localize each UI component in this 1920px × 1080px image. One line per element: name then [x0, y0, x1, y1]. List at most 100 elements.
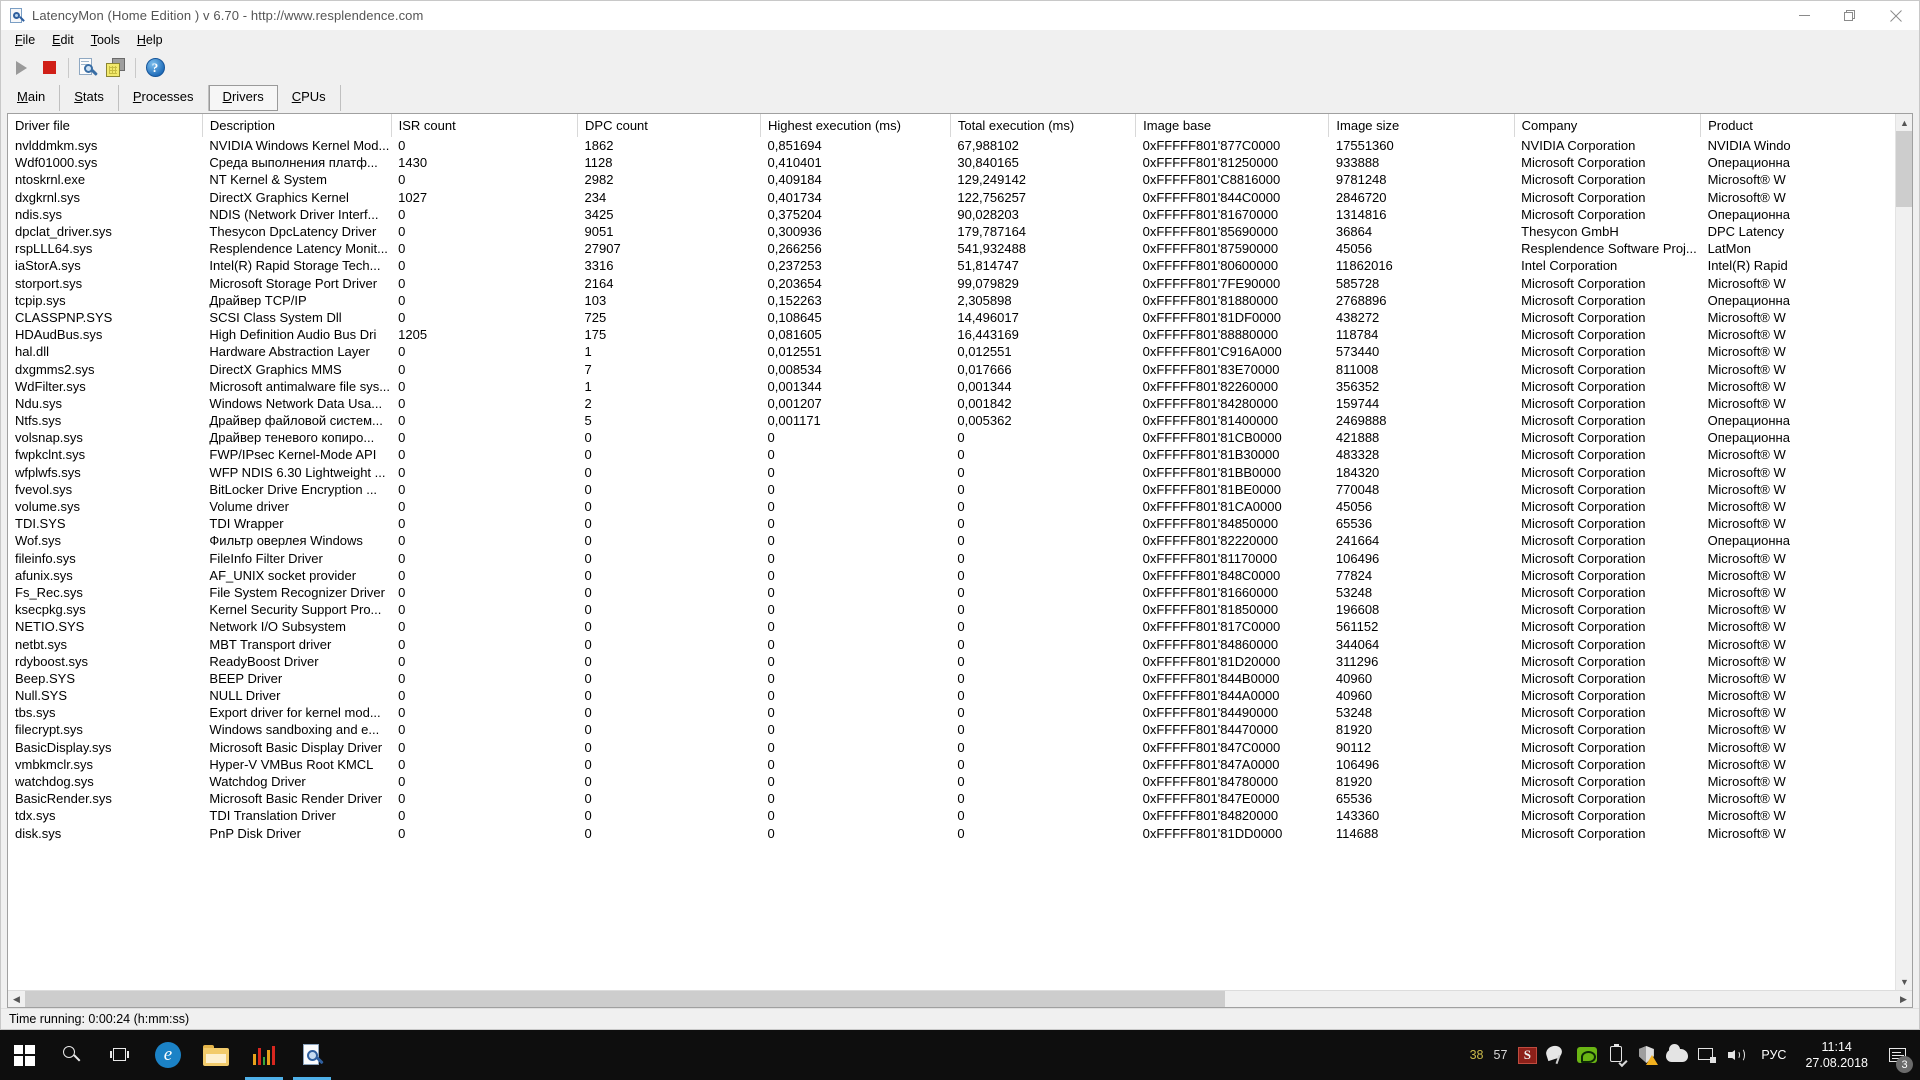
menu-file[interactable]: File [7, 31, 44, 50]
restore-icon[interactable] [1827, 1, 1873, 30]
tray-time: 11:14 [1821, 1040, 1852, 1054]
table-row[interactable]: CLASSPNP.SYS SCSI Class System Dll 0 725 0,1… [8, 309, 1912, 326]
tab-stats[interactable]: Stats [60, 85, 119, 111]
tray-s-icon[interactable]: S [1512, 1030, 1542, 1080]
table-row[interactable]: fwpkclnt.sys FWP/IPsec Kernel-Mode API 0 0 0… [8, 446, 1912, 463]
stop-monitoring-button[interactable] [35, 54, 63, 82]
table-row[interactable]: volume.sys Volume driver 0 0 0 0 0xFFFFF801'81… [8, 498, 1912, 515]
table-row[interactable]: Beep.SYS BEEP Driver 0 0 0 0 0xFFFFF801'844B00… [8, 670, 1912, 687]
column-header-driver-file[interactable]: Driver file [8, 114, 203, 137]
table-row[interactable]: wfplwfs.sys WFP NDIS 6.30 Lightweight ...… [8, 464, 1912, 481]
tray-language-indicator[interactable]: РУС [1752, 1048, 1795, 1062]
table-row[interactable]: disk.sys PnP Disk Driver 0 0 0 0 0xFFFFF801'81… [8, 825, 1912, 842]
tab-cpus[interactable]: CPUs [278, 85, 341, 111]
menu-help[interactable]: Help [129, 31, 172, 50]
table-row[interactable]: iaStorA.sys Intel(R) Rapid Storage Tech..… [8, 257, 1912, 274]
column-header-isr-count[interactable]: ISR count [391, 114, 579, 137]
cell-image-base: 0xFFFFF801'83E70000 [1142, 361, 1280, 377]
latencymon-taskbar-button[interactable] [288, 1030, 336, 1080]
column-header-total-execution-ms[interactable]: Total execution (ms) [950, 114, 1137, 137]
table-row[interactable]: Ntfs.sys Драйвер файловой систем... 0 5 0,00… [8, 412, 1912, 429]
table-row[interactable]: fvevol.sys BitLocker Drive Encryption ...… [8, 481, 1912, 498]
table-row[interactable]: tdx.sys TDI Translation Driver 0 0 0 0 0xFFFFF… [8, 807, 1912, 824]
table-row[interactable]: Fs_Rec.sys File System Recognizer Driver 0… [8, 584, 1912, 601]
table-row[interactable]: dxgmms2.sys DirectX Graphics MMS 0 7 0,00853… [8, 360, 1912, 377]
table-row[interactable]: HDAudBus.sys High Definition Audio Bus Dr… [8, 326, 1912, 343]
table-row[interactable]: dxgkrnl.sys DirectX Graphics Kernel 1027 23… [8, 189, 1912, 206]
cell-driver-file: netbt.sys [15, 636, 68, 652]
tray-clock[interactable]: 11:14 27.08.2018 [1795, 1039, 1880, 1071]
copy-button[interactable] [102, 54, 130, 82]
tray-nvidia-icon[interactable] [1572, 1030, 1602, 1080]
table-row[interactable]: rspLLL64.sys Resplendence Latency Monit..… [8, 240, 1912, 257]
table-row[interactable]: vmbkmclr.sys Hyper-V VMBus Root KMCL 0 0 0 0 0… [8, 756, 1912, 773]
table-row[interactable]: ndis.sys NDIS (Network Driver Interf... 0 3… [8, 206, 1912, 223]
scroll-left-icon[interactable]: ◀ [8, 991, 25, 1008]
cell-isr-count: 0 [398, 481, 406, 497]
performance-chart-button[interactable] [240, 1030, 288, 1080]
start-monitoring-button[interactable] [7, 54, 35, 82]
column-header-image-base[interactable]: Image base [1135, 114, 1330, 137]
edge-button[interactable]: e [144, 1030, 192, 1080]
table-row[interactable]: fileinfo.sys FileInfo Filter Driver 0 0 0 0 0x… [8, 550, 1912, 567]
table-row[interactable]: NETIO.SYS Network I/O Subsystem 0 0 0 0 0xFFFF… [8, 618, 1912, 635]
table-row[interactable]: tcpip.sys Драйвер TCP/IP 0 103 0,152263 2,305… [8, 292, 1912, 309]
horizontal-scrollbar[interactable]: ◀ ▶ [8, 990, 1912, 1007]
cell-company: Intel Corporation [1521, 258, 1618, 274]
view-report-button[interactable] [74, 54, 102, 82]
column-header-highest-execution-ms[interactable]: Highest execution (ms) [760, 114, 951, 137]
tray-volume-icon[interactable] [1722, 1030, 1752, 1080]
horizontal-scroll-track[interactable] [25, 990, 1895, 1007]
table-row[interactable]: Ndu.sys Windows Network Data Usa... 0 2 0,00… [8, 395, 1912, 412]
table-row[interactable]: Null.SYS NULL Driver 0 0 0 0 0xFFFFF801'844A00… [8, 687, 1912, 704]
table-row[interactable]: BasicDisplay.sys Microsoft Basic Display … [8, 739, 1912, 756]
table-row[interactable]: Wdf01000.sys Среда выполнения платф... 143… [8, 154, 1912, 171]
table-row[interactable]: rdyboost.sys ReadyBoost Driver 0 0 0 0 0xFFFFF… [8, 653, 1912, 670]
tray-onedrive-cloud-icon[interactable] [1662, 1030, 1692, 1080]
table-row[interactable]: ksecpkg.sys Kernel Security Support Pro..… [8, 601, 1912, 618]
table-row[interactable]: dpclat_driver.sys Thesycon DpcLatency Dri… [8, 223, 1912, 240]
tray-security-shield-icon[interactable] [1632, 1030, 1662, 1080]
column-header-dpc-count[interactable]: DPC count [577, 114, 762, 137]
file-explorer-button[interactable] [192, 1030, 240, 1080]
table-row[interactable]: afunix.sys AF_UNIX socket provider 0 0 0 0 0xF… [8, 567, 1912, 584]
tab-processes[interactable]: Processes [119, 85, 209, 111]
vertical-scroll-thumb[interactable] [1896, 131, 1912, 207]
table-row[interactable]: ntoskrnl.exe NT Kernel & System 0 2982 0,409… [8, 171, 1912, 188]
table-row[interactable]: watchdog.sys Watchdog Driver 0 0 0 0 0xFFFFF80… [8, 773, 1912, 790]
menu-tools[interactable]: Tools [83, 31, 129, 50]
scroll-right-icon[interactable]: ▶ [1895, 991, 1912, 1008]
search-button[interactable] [48, 1030, 96, 1080]
tray-network-icon[interactable] [1692, 1030, 1722, 1080]
scroll-down-icon[interactable]: ▼ [1896, 973, 1912, 990]
help-button[interactable]: ? [141, 54, 169, 82]
table-row[interactable]: TDI.SYS TDI Wrapper 0 0 0 0 0xFFFFF801'8485000… [8, 515, 1912, 532]
table-row[interactable]: hal.dll Hardware Abstraction Layer 0 1 0,012… [8, 343, 1912, 360]
action-center-button[interactable]: 3 [1880, 1030, 1914, 1080]
minimize-icon[interactable] [1781, 1, 1827, 30]
tray-satellite-icon[interactable] [1542, 1030, 1572, 1080]
scroll-up-icon[interactable]: ▲ [1896, 114, 1912, 131]
column-header-product[interactable]: Product [1700, 114, 1912, 137]
close-icon[interactable] [1873, 1, 1919, 30]
table-row[interactable]: nvlddmkm.sys NVIDIA Windows Kernel Mod...… [8, 137, 1912, 154]
table-row[interactable]: tbs.sys Export driver for kernel mod... 0 0… [8, 704, 1912, 721]
table-row[interactable]: storport.sys Microsoft Storage Port Drive… [8, 275, 1912, 292]
horizontal-scroll-thumb[interactable] [25, 990, 1225, 1007]
menu-edit[interactable]: Edit [44, 31, 83, 50]
table-row[interactable]: BasicRender.sys Microsoft Basic Render Dr… [8, 790, 1912, 807]
start-button[interactable] [0, 1030, 48, 1080]
column-header-company[interactable]: Company [1514, 114, 1702, 137]
task-view-button[interactable] [96, 1030, 144, 1080]
vertical-scrollbar[interactable]: ▲ ▼ [1895, 114, 1912, 990]
table-row[interactable]: netbt.sys MBT Transport driver 0 0 0 0 0xFFFFF… [8, 635, 1912, 652]
tab-main[interactable]: Main [3, 85, 61, 111]
column-header-description[interactable]: Description [202, 114, 392, 137]
table-row[interactable]: Wof.sys Фильтр оверлея Windows 0 0 0 0 0xFFFFF… [8, 532, 1912, 549]
table-row[interactable]: volsnap.sys Драйвер теневого копиро... 0 0 0… [8, 429, 1912, 446]
column-header-image-size[interactable]: Image size [1328, 114, 1515, 137]
table-row[interactable]: WdFilter.sys Microsoft antimalware file s… [8, 378, 1912, 395]
tray-usb-eject-icon[interactable] [1602, 1030, 1632, 1080]
tab-drivers[interactable]: Drivers [208, 85, 278, 111]
table-row[interactable]: filecrypt.sys Windows sandboxing and e...… [8, 721, 1912, 738]
